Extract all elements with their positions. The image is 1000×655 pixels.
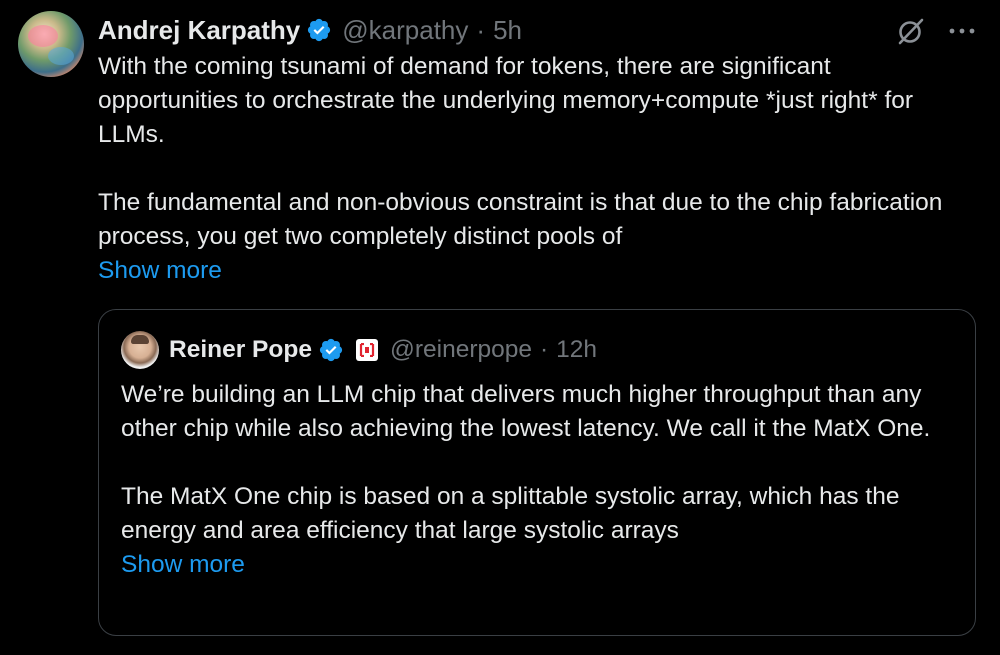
tweet-text: With the coming tsunami of demand for to… (98, 50, 958, 288)
author-handle[interactable]: @karpathy (342, 15, 468, 46)
quote-paragraph: We’re building an LLM chip that delivers… (121, 381, 931, 442)
quote-show-more-link[interactable]: Show more (121, 548, 961, 582)
quote-header: Reiner Pope @reinerpope · 12h (169, 332, 597, 368)
quote-author-handle[interactable]: @reinerpope (390, 336, 532, 364)
tweet-header: Andrej Karpathy @karpathy · 5h (98, 12, 522, 48)
affiliate-badge-icon[interactable] (355, 339, 378, 361)
grok-icon[interactable] (894, 15, 926, 47)
quote-paragraph: The MatX One chip is based on a splittab… (121, 483, 900, 544)
quote-text: We’re building an LLM chip that delivers… (121, 378, 961, 582)
tweet-actions (894, 15, 978, 47)
verified-badge-icon (319, 338, 343, 362)
tweet-paragraph: The fundamental and non-obvious constrai… (98, 189, 943, 250)
more-icon[interactable] (946, 15, 978, 47)
verified-badge-icon (308, 18, 331, 42)
tweet[interactable]: Andrej Karpathy @karpathy · 5h With the … (0, 0, 1000, 655)
avatar[interactable] (18, 11, 84, 77)
separator-dot: · (476, 14, 486, 45)
quote-author-name[interactable]: Reiner Pope (169, 336, 312, 364)
author-name[interactable]: Andrej Karpathy (98, 15, 300, 46)
quote-tweet[interactable]: Reiner Pope @reinerpope · 12h We’re buil… (98, 309, 976, 636)
tweet-paragraph: With the coming tsunami of demand for to… (98, 53, 914, 148)
show-more-link[interactable]: Show more (98, 254, 958, 288)
separator-dot: · (539, 336, 549, 363)
quote-timestamp[interactable]: 12h (556, 336, 597, 364)
timestamp[interactable]: 5h (493, 15, 522, 46)
quote-avatar[interactable] (121, 331, 159, 369)
